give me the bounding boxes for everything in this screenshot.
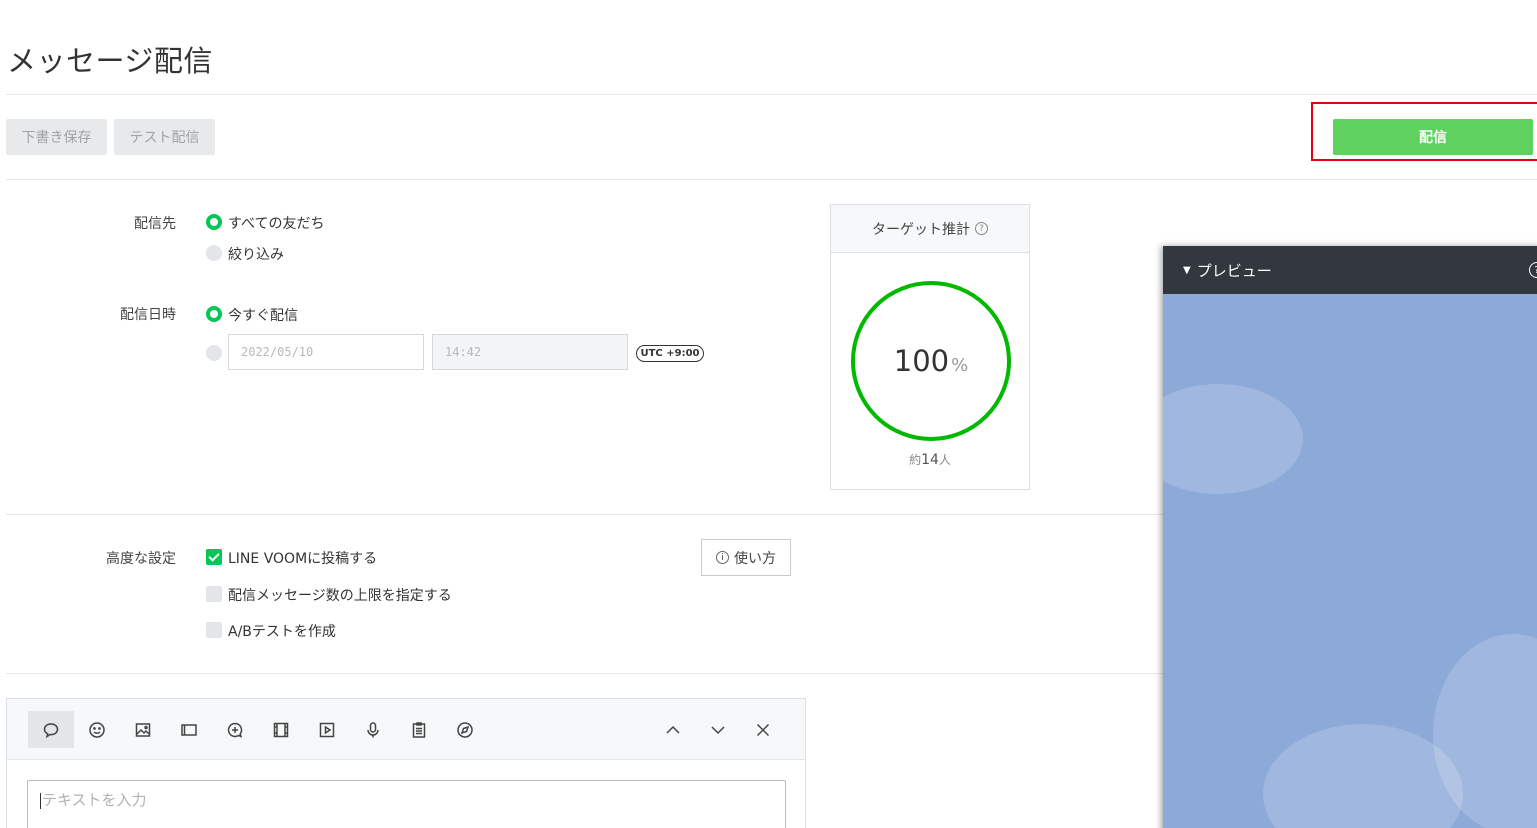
- divider: [6, 514, 1163, 515]
- recipients-label: 配信先: [134, 216, 176, 232]
- date-field[interactable]: 2022/05/10: [228, 334, 424, 370]
- message-text-input[interactable]: テキストを入力: [27, 780, 786, 828]
- people-suffix: 人: [938, 453, 951, 467]
- checkbox-line-voom-label[interactable]: LINE VOOMに投稿する: [228, 548, 377, 568]
- chevron-down-icon[interactable]: [695, 711, 741, 748]
- timezone-badge: UTC +9:00: [636, 345, 704, 362]
- checkbox-ab-test-label[interactable]: A/Bテストを作成: [228, 621, 336, 641]
- preview-title: プレビュー: [1196, 261, 1272, 280]
- help-icon[interactable]: ?: [975, 222, 988, 235]
- test-send-button[interactable]: テスト配信: [114, 119, 215, 155]
- radio-all-friends-label[interactable]: すべての友だち: [228, 213, 324, 233]
- people-count: 14: [921, 452, 939, 468]
- target-percent-value: 100: [893, 344, 950, 378]
- info-icon: i: [716, 551, 729, 564]
- divider: [6, 94, 1537, 95]
- howto-button[interactable]: i 使い方: [701, 539, 791, 576]
- add-bubble-icon[interactable]: [212, 711, 258, 748]
- speech-bubble-icon[interactable]: [28, 711, 74, 748]
- preview-chat-background: [1163, 294, 1537, 828]
- target-estimate-panel: ターゲット推計 ? 100 % 約14人: [830, 204, 1030, 490]
- time-field[interactable]: 14:42: [432, 334, 628, 370]
- editor-toolbar: [7, 699, 805, 760]
- radio-filter[interactable]: [206, 245, 222, 261]
- save-draft-button[interactable]: 下書き保存: [6, 119, 107, 155]
- target-percent-ring: 100 %: [851, 281, 1011, 441]
- message-editor: テキストを入力: [6, 698, 806, 828]
- radio-scheduled[interactable]: [206, 345, 222, 361]
- send-button[interactable]: 配信: [1333, 119, 1533, 155]
- text-caret: [40, 792, 41, 809]
- page-title: メッセージ配信: [7, 44, 213, 78]
- preview-panel: ▼ プレビュー ?: [1163, 246, 1537, 828]
- advanced-label: 高度な設定: [106, 551, 176, 567]
- clipboard-icon[interactable]: [396, 711, 442, 748]
- radio-send-now-label[interactable]: 今すぐ配信: [228, 305, 298, 325]
- target-estimate-title: ターゲット推計: [872, 221, 970, 238]
- preview-header[interactable]: ▼ プレビュー ?: [1163, 246, 1537, 294]
- cloud-shape: [1163, 384, 1303, 494]
- target-estimate-header: ターゲット推計 ?: [831, 205, 1029, 253]
- emoji-icon[interactable]: [74, 711, 120, 748]
- checkbox-line-voom[interactable]: [206, 549, 222, 565]
- radio-all-friends[interactable]: [206, 214, 222, 230]
- mic-icon[interactable]: [350, 711, 396, 748]
- close-icon[interactable]: [740, 711, 786, 748]
- radio-filter-label[interactable]: 絞り込み: [228, 244, 284, 264]
- help-icon[interactable]: ?: [1529, 262, 1537, 278]
- chevron-up-icon[interactable]: [650, 711, 696, 748]
- message-placeholder: テキストを入力: [42, 791, 147, 809]
- checkbox-message-limit[interactable]: [206, 586, 222, 602]
- card-icon[interactable]: [166, 711, 212, 748]
- compass-icon[interactable]: [442, 711, 488, 748]
- checkbox-message-limit-label[interactable]: 配信メッセージ数の上限を指定する: [228, 585, 452, 605]
- triangle-down-icon[interactable]: ▼: [1183, 265, 1191, 276]
- divider: [6, 179, 1537, 180]
- page: メッセージ配信 下書き保存 テスト配信 配信 配信先 すべての友だち 絞り込み …: [0, 0, 1537, 828]
- play-icon[interactable]: [304, 711, 350, 748]
- video-icon[interactable]: [258, 711, 304, 748]
- howto-label: 使い方: [734, 550, 776, 567]
- people-prefix: 約: [909, 453, 922, 467]
- target-percent-sign: %: [951, 354, 969, 376]
- divider: [6, 673, 1163, 674]
- target-people-count: 約14人: [831, 451, 1029, 468]
- image-icon[interactable]: [120, 711, 166, 748]
- radio-send-now[interactable]: [206, 306, 222, 322]
- schedule-label: 配信日時: [120, 307, 176, 323]
- checkbox-ab-test[interactable]: [206, 622, 222, 638]
